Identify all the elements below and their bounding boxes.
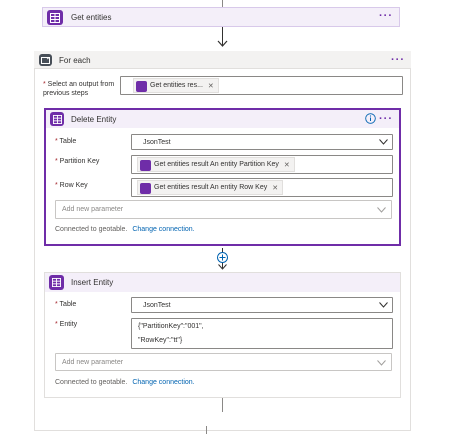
partition-key-label: * Partition Key — [55, 158, 100, 165]
connector-line — [222, 398, 223, 412]
table-storage-icon — [140, 160, 151, 171]
get-entities-title: Get entities — [71, 13, 112, 22]
table-storage-icon — [47, 10, 63, 25]
delete-entity-header[interactable]: Delete Entity ··· — [46, 110, 399, 128]
dynamic-token[interactable]: Get entities result An entity Partition … — [137, 157, 295, 172]
token-label: Get entities res... — [150, 82, 203, 89]
remove-token-icon[interactable]: ✕ — [284, 161, 290, 169]
entity-line-1: {"PartitionKey":"001", — [138, 323, 204, 330]
table-dropdown[interactable]: JsonTest — [131, 134, 393, 150]
select-output-label: * Select an output from previous steps — [43, 81, 115, 97]
token-label: Get entities result An entity Row Key — [154, 184, 268, 191]
loop-icon — [39, 54, 52, 66]
dynamic-token[interactable]: Get entities res... ✕ — [133, 78, 219, 93]
table-dropdown[interactable]: JsonTest — [131, 297, 393, 313]
select-output-field[interactable]: Get entities res... ✕ — [120, 76, 403, 95]
row-key-label: * Row Key — [55, 182, 88, 189]
dynamic-token[interactable]: Get entities result An entity Row Key ✕ — [137, 180, 284, 195]
table-label: * Table — [55, 301, 77, 308]
connector-line-top — [222, 0, 223, 7]
connected-text: Connected to geotable. — [55, 226, 128, 233]
row-key-field[interactable]: Get entities result An entity Row Key ✕ — [131, 178, 393, 197]
change-connection-link[interactable]: Change connection. — [132, 226, 194, 233]
foreach-header[interactable]: For each ··· — [34, 51, 411, 69]
table-storage-icon — [50, 112, 64, 126]
add-parameter-placeholder: Add new parameter — [62, 206, 124, 213]
arrow-down-icon — [218, 264, 227, 270]
connected-text: Connected to geotable. — [55, 379, 128, 386]
foreach-title: For each — [59, 56, 91, 65]
table-label: * Table — [55, 138, 77, 145]
chevron-down-icon — [379, 139, 388, 145]
table-storage-icon — [140, 183, 151, 194]
insert-entity-header[interactable]: Insert Entity — [45, 273, 400, 292]
connection-info: Connected to geotable. Change connection… — [55, 226, 195, 233]
ellipsis-icon[interactable]: ··· — [379, 11, 393, 22]
remove-token-icon[interactable]: ✕ — [272, 184, 278, 192]
connection-info: Connected to geotable. Change connection… — [55, 379, 195, 386]
ellipsis-icon[interactable]: ··· — [391, 55, 405, 66]
chevron-down-icon — [377, 360, 386, 366]
token-label: Get entities result An entity Partition … — [154, 161, 279, 168]
table-storage-icon — [49, 275, 64, 290]
entity-line-2: "RowKey":"tt"} — [138, 337, 183, 344]
remove-token-icon[interactable]: ✕ — [208, 82, 214, 90]
change-connection-link[interactable]: Change connection. — [132, 379, 194, 386]
insert-entity-title: Insert Entity — [71, 278, 114, 287]
chevron-down-icon — [379, 302, 388, 308]
partition-key-field[interactable]: Get entities result An entity Partition … — [131, 155, 393, 174]
arrow-down-icon — [217, 40, 228, 47]
table-storage-icon — [136, 81, 147, 92]
entity-textarea[interactable]: {"PartitionKey":"001", "RowKey":"tt"} — [131, 318, 393, 349]
ellipsis-icon[interactable]: ··· — [379, 114, 393, 125]
table-value: JsonTest — [143, 139, 171, 146]
chevron-down-icon — [377, 207, 386, 213]
info-icon[interactable] — [365, 113, 376, 124]
plus-icon — [219, 254, 226, 261]
delete-entity-title: Delete Entity — [71, 115, 117, 124]
get-entities-card[interactable]: Get entities ··· — [42, 7, 400, 27]
add-parameter-dropdown[interactable]: Add new parameter — [55, 353, 392, 371]
add-parameter-placeholder: Add new parameter — [62, 359, 124, 366]
table-value: JsonTest — [143, 302, 171, 309]
add-parameter-dropdown[interactable]: Add new parameter — [55, 200, 392, 219]
entity-label: * Entity — [55, 321, 78, 328]
add-step-button[interactable] — [217, 252, 228, 263]
connector-line-bottom — [206, 426, 207, 434]
